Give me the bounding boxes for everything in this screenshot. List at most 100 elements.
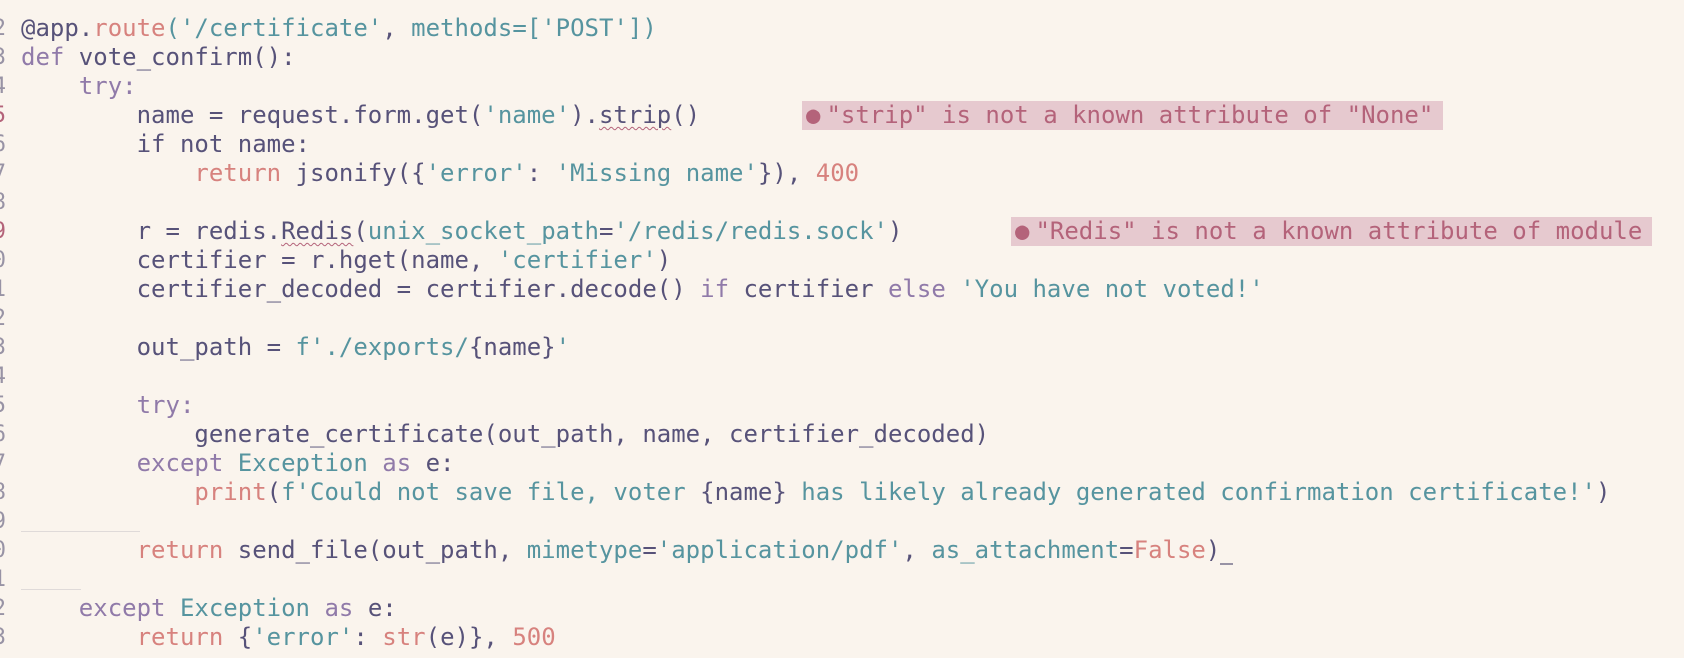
code-token: certifier	[743, 275, 888, 303]
code-token: if	[700, 275, 744, 303]
code-line[interactable]: 3 return {'error': str(e)}, 500	[0, 623, 1684, 652]
line-number: 5	[0, 101, 6, 130]
code-text[interactable]: if not name:	[21, 130, 310, 159]
code-text[interactable]: except Exception as e:	[21, 594, 397, 623]
code-text[interactable]: return send_file(out_path, mimetype='app…	[21, 536, 1234, 565]
code-token: f'./exports/	[295, 333, 469, 361]
code-line[interactable]: 0 certifier = r.hget(name, 'certifier')	[0, 246, 1684, 275]
code-token: f'Could not save file, voter	[281, 478, 701, 506]
code-token: jsonify({	[295, 159, 426, 187]
line-number: 0	[0, 246, 6, 275]
diagnostic-message[interactable]: ● "strip" is not a known attribute of "No…	[802, 101, 1444, 130]
code-line[interactable]: 0 return send_file(out_path, mimetype='a…	[0, 536, 1684, 565]
code-line[interactable]: 9	[0, 507, 1684, 536]
code-token: route	[93, 14, 166, 42]
line-number: 5	[0, 391, 6, 420]
code-text[interactable]: certifier = r.hget(name, 'certifier')	[21, 246, 672, 275]
code-line[interactable]: 7 return jsonify({'error': 'Missing name…	[0, 159, 1684, 188]
code-token: (	[266, 478, 282, 506]
code-token: (	[353, 217, 368, 245]
code-line[interactable]: 1	[0, 565, 1684, 594]
error-token: Redis	[281, 217, 354, 245]
code-line[interactable]: 2 @app.route('/certificate', methods=['PO…	[0, 14, 1684, 43]
code-token: }),	[757, 159, 816, 187]
code-token: vote_confirm	[78, 43, 253, 71]
code-text[interactable]: r = redis.Redis(unix_socket_path='/redis…	[21, 217, 903, 246]
code-token: return	[21, 536, 238, 564]
code-token: 'Missing name'	[555, 159, 758, 187]
code-token: certifier = r.hget(name,	[21, 246, 498, 274]
code-token: send_file(out_path,	[237, 536, 527, 564]
diagnostic-message[interactable]: ● "Redis" is not a known attribute of mod…	[1011, 217, 1653, 246]
code-token: False	[1133, 536, 1206, 564]
line-number: 6	[0, 130, 6, 159]
line-number: 3	[0, 623, 6, 652]
code-token: =	[1119, 536, 1134, 564]
line-number: 1	[0, 275, 6, 304]
code-token: name:	[237, 130, 310, 158]
code-token: 'error'	[425, 159, 527, 187]
line-number: 8	[0, 188, 6, 217]
code-line[interactable]: 8 print(f'Could not save file, voter {na…	[0, 478, 1684, 507]
code-editor[interactable]: 2 @app.route('/certificate', methods=['PO…	[0, 0, 1684, 658]
code-text[interactable]: name = request.form.get('name').strip()	[21, 101, 701, 130]
code-token: 'error'	[252, 623, 354, 651]
code-text[interactable]: except Exception as e:	[21, 449, 455, 478]
code-token: as	[324, 594, 368, 622]
code-token: print	[21, 478, 267, 506]
code-token: '	[555, 333, 571, 361]
code-token: =	[598, 217, 614, 245]
code-token: {name}	[468, 333, 556, 361]
code-token: out_path =	[21, 333, 296, 361]
code-line[interactable]: 3 out_path = f'./exports/{name}'	[0, 333, 1684, 362]
line-number: 8	[0, 478, 6, 507]
code-token: {	[237, 623, 253, 651]
code-line[interactable]: 6 generate_certificate(out_path, name, c…	[0, 420, 1684, 449]
code-token: str	[382, 623, 426, 651]
code-token: return	[21, 159, 296, 187]
code-line[interactable]: 4	[0, 362, 1684, 391]
error-token: strip	[598, 101, 672, 129]
code-token: )	[887, 217, 903, 245]
code-line[interactable]: 5 try:	[0, 391, 1684, 420]
code-text[interactable]: out_path = f'./exports/{name}'	[21, 333, 571, 362]
code-token: certifier_decoded = certifier.decode()	[21, 275, 701, 303]
line-number: 1	[0, 565, 6, 594]
code-text[interactable]: return jsonify({'error': 'Missing name'}…	[21, 159, 859, 188]
code-line[interactable]: 6 if not name:	[0, 130, 1684, 159]
code-token: 'application/pdf'	[656, 536, 903, 564]
code-token: try:	[21, 72, 137, 100]
line-number: 2	[0, 304, 6, 333]
code-line[interactable]: 4 try:	[0, 72, 1684, 101]
code-line[interactable]: 2 except Exception as e:	[0, 594, 1684, 623]
code-token: @app.	[21, 14, 94, 42]
code-line[interactable]: 1 certifier_decoded = certifier.decode()…	[0, 275, 1684, 304]
code-token: ,	[902, 536, 932, 564]
code-token: def	[21, 43, 79, 71]
code-token: name = request.form.get(	[21, 101, 484, 129]
code-text[interactable]: try:	[21, 72, 137, 101]
code-token: ('/certificate'	[165, 14, 383, 42]
line-number: 6	[0, 420, 6, 449]
code-line[interactable]: 2	[0, 304, 1684, 333]
line-number: 7	[0, 449, 6, 478]
code-token: ,	[382, 14, 412, 42]
code-text[interactable]: certifier_decoded = certifier.decode() i…	[21, 275, 1264, 304]
code-line[interactable]: 7 except Exception as e:	[0, 449, 1684, 478]
code-line[interactable]: 3 def vote_confirm():	[0, 43, 1684, 72]
code-token: except	[21, 449, 238, 477]
code-text[interactable]: try:	[21, 391, 195, 420]
code-text[interactable]: @app.route('/certificate', methods=['POS…	[21, 14, 657, 43]
code-line[interactable]: 8	[0, 188, 1684, 217]
line-number: 4	[0, 362, 6, 391]
code-text[interactable]: print(f'Could not save file, voter {name…	[21, 478, 1610, 507]
code-token: e:	[367, 594, 397, 622]
code-token: 'You have not voted!'	[960, 275, 1264, 303]
code-token: =['POST'])	[512, 14, 657, 42]
code-token: )	[1205, 536, 1221, 564]
error-dot-icon: ●	[1015, 217, 1030, 245]
code-text[interactable]: def vote_confirm():	[21, 43, 296, 72]
code-text[interactable]: return {'error': str(e)}, 500	[21, 623, 556, 652]
code-token: 400	[815, 159, 860, 187]
code-text[interactable]: generate_certificate(out_path, name, cer…	[21, 420, 989, 449]
